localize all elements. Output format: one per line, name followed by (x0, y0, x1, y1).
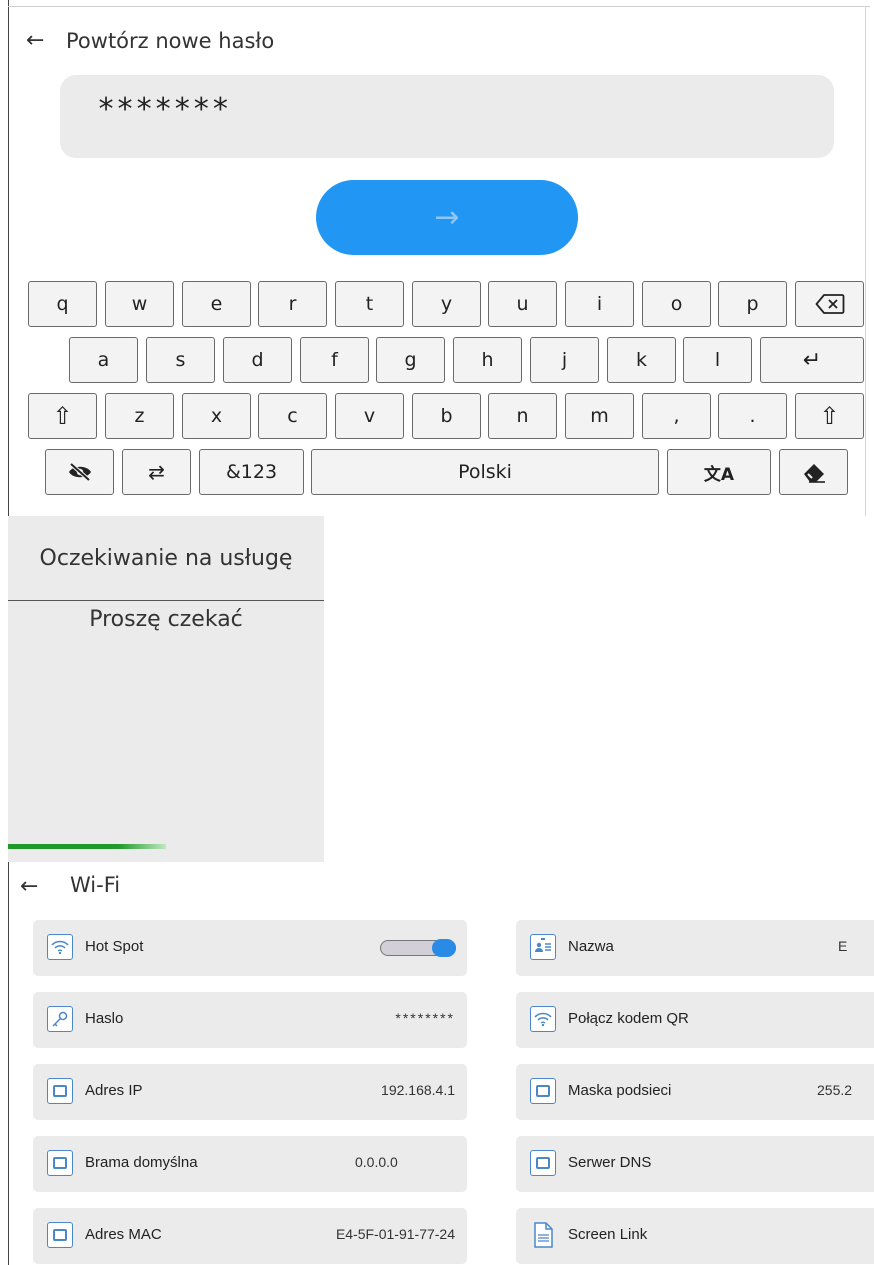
key-r[interactable]: r (258, 281, 327, 327)
shift-left-key[interactable]: ⇧ (28, 393, 97, 439)
setting-network-name[interactable]: Nazwa E (516, 920, 874, 976)
setting-label: Połącz kodem QR (568, 1010, 689, 1027)
wifi-back-arrow-icon[interactable]: ← (20, 874, 38, 899)
key-x[interactable]: x (182, 393, 251, 439)
network-icon (47, 1222, 73, 1248)
setting-value: 0.0.0.0 (355, 1154, 398, 1170)
setting-value: ******** (395, 1010, 455, 1026)
key-j[interactable]: j (530, 337, 599, 383)
toggle-knob (432, 939, 456, 957)
page-title: Powtórz nowe hasło (66, 29, 275, 53)
setting-ip-address[interactable]: Adres IP 192.168.4.1 (33, 1064, 467, 1120)
backspace-icon (814, 294, 844, 314)
key-q[interactable]: q (28, 281, 97, 327)
key-g[interactable]: g (376, 337, 445, 383)
id-card-icon (530, 934, 556, 960)
key-a[interactable]: a (69, 337, 138, 383)
document-icon (530, 1222, 556, 1248)
shift-right-key[interactable]: ⇧ (795, 393, 864, 439)
setting-label: Adres MAC (85, 1226, 162, 1243)
enter-key[interactable]: ↵ (760, 337, 864, 383)
space-key[interactable]: Polski (311, 449, 659, 495)
setting-label: Haslo (85, 1010, 124, 1027)
setting-label: Screen Link (568, 1226, 648, 1243)
progress-bar (8, 844, 166, 849)
key-u[interactable]: u (488, 281, 557, 327)
wifi-page-title: Wi-Fi (70, 873, 121, 897)
setting-label: Nazwa (568, 938, 614, 955)
network-icon (530, 1150, 556, 1176)
wifi-icon (47, 934, 73, 960)
setting-subnet-mask[interactable]: Maska podsieci 255.2 (516, 1064, 874, 1120)
key-t[interactable]: t (335, 281, 404, 327)
key-z[interactable]: z (105, 393, 174, 439)
setting-value: 255.2 (817, 1082, 853, 1098)
dialog-title: Oczekiwanie na usługę (39, 546, 293, 571)
key-y[interactable]: y (412, 281, 481, 327)
key-c[interactable]: c (258, 393, 327, 439)
clear-key[interactable] (779, 449, 848, 495)
network-icon (47, 1078, 73, 1104)
password-input-value: ******* (97, 92, 231, 127)
setting-dns-server[interactable]: Serwer DNS (516, 1136, 874, 1192)
setting-password[interactable]: Haslo ******** (33, 992, 467, 1048)
setting-mac-address[interactable]: Adres MAC E4-5F-01-91-77-24 (33, 1208, 467, 1264)
setting-label: Brama domyślna (85, 1154, 198, 1171)
top-divider (8, 6, 870, 7)
key-k[interactable]: k (607, 337, 676, 383)
key-m[interactable]: m (565, 393, 634, 439)
dialog-message: Proszę czekać (89, 607, 243, 632)
hide-keyboard-key[interactable] (45, 449, 114, 495)
confirm-button[interactable]: → (316, 180, 578, 255)
setting-hot-spot[interactable]: Hot Spot (33, 920, 467, 976)
key-p[interactable]: p (718, 281, 787, 327)
setting-default-gateway[interactable]: Brama domyślna 0.0.0.0 (33, 1136, 467, 1192)
key-h[interactable]: h (453, 337, 522, 383)
setting-connect-qr[interactable]: Połącz kodem QR (516, 992, 874, 1048)
hotspot-toggle[interactable] (380, 939, 456, 957)
setting-value: 192.168.4.1 (381, 1082, 455, 1098)
key-i[interactable]: i (565, 281, 634, 327)
setting-label: Serwer DNS (568, 1154, 652, 1171)
backspace-key[interactable] (795, 281, 864, 327)
setting-label: Maska podsieci (568, 1082, 672, 1099)
key-d[interactable]: d (223, 337, 292, 383)
setting-value: E4-5F-01-91-77-24 (335, 1226, 455, 1242)
key-s[interactable]: s (146, 337, 215, 383)
setting-label: Adres IP (85, 1082, 143, 1099)
network-icon (47, 1150, 73, 1176)
key-v[interactable]: v (335, 393, 404, 439)
key-comma[interactable]: , (642, 393, 711, 439)
wifi-icon (530, 1006, 556, 1032)
back-arrow-icon[interactable]: ← (26, 28, 44, 53)
setting-screen-link[interactable]: Screen Link (516, 1208, 874, 1264)
network-icon (530, 1078, 556, 1104)
key-f[interactable]: f (300, 337, 369, 383)
eraser-icon (803, 464, 825, 483)
key-e[interactable]: e (182, 281, 251, 327)
arrow-right-icon: → (434, 199, 460, 235)
dialog-divider (8, 600, 324, 601)
eye-off-icon (68, 462, 91, 482)
language-key[interactable]: 文A (667, 449, 771, 495)
setting-value: E (838, 938, 848, 954)
key-b[interactable]: b (412, 393, 481, 439)
key-n[interactable]: n (488, 393, 557, 439)
key-w[interactable]: w (105, 281, 174, 327)
switch-layout-key[interactable]: ⇄ (122, 449, 191, 495)
setting-label: Hot Spot (85, 938, 144, 955)
key-period[interactable]: . (718, 393, 787, 439)
key-icon (47, 1006, 73, 1032)
key-o[interactable]: o (642, 281, 711, 327)
right-divider (865, 6, 866, 516)
key-l[interactable]: l (683, 337, 752, 383)
symbols-key[interactable]: &123 (199, 449, 304, 495)
